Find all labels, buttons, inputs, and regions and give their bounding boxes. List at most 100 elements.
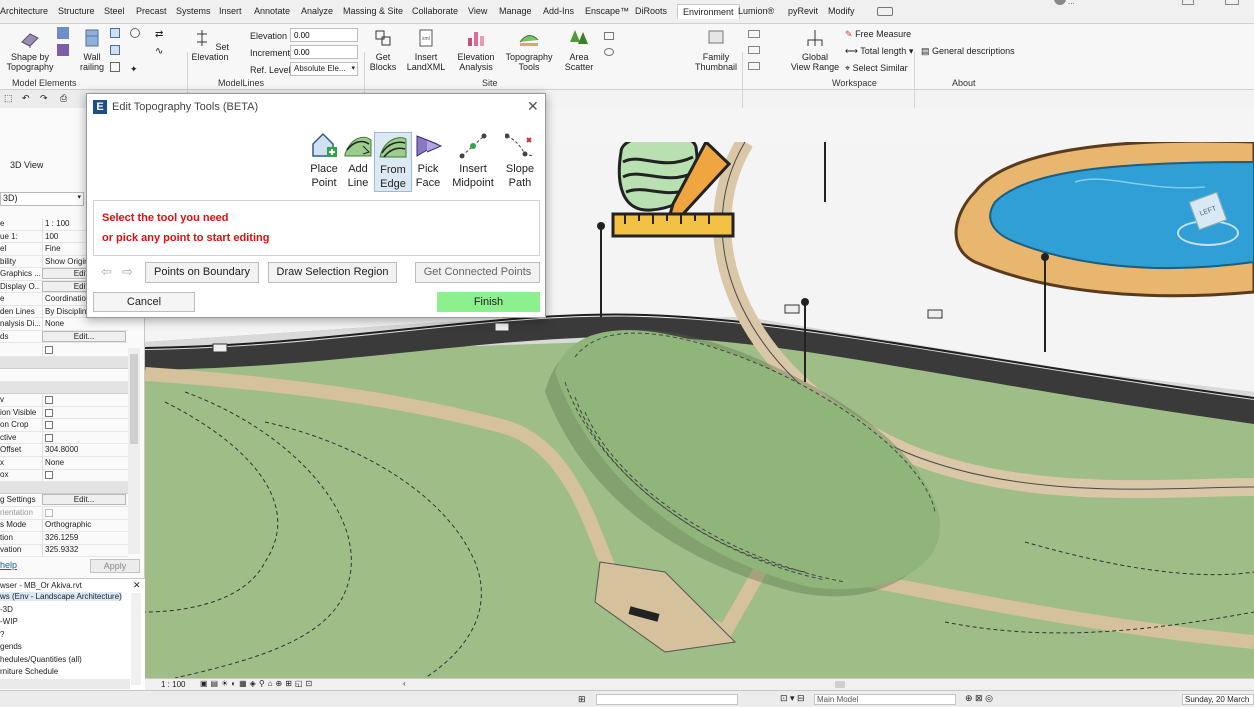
total-length-button[interactable]: ⟷ Total length ▾ xyxy=(845,46,913,57)
view-scale[interactable]: 1 : 100 xyxy=(161,680,185,689)
window-close-icon[interactable] xyxy=(1225,0,1239,5)
apply-button[interactable]: Apply xyxy=(90,559,140,573)
points-on-boundary-button[interactable]: Points on Boundary xyxy=(145,262,259,283)
workspace-tool-b-icon[interactable] xyxy=(748,46,760,54)
checkbox[interactable] xyxy=(45,421,53,429)
tool-add-line[interactable]: Add Line xyxy=(339,132,377,190)
tab-massing-site[interactable]: Massing & Site xyxy=(343,6,403,16)
ribbon-options-icon[interactable] xyxy=(877,7,893,16)
tab-pyrevit[interactable]: pyRevit xyxy=(788,6,818,16)
tab-systems[interactable]: Systems xyxy=(176,6,211,16)
tab-architecture[interactable]: Architecture xyxy=(0,6,48,16)
grid-tool-3-icon[interactable] xyxy=(110,62,120,72)
property-section-header[interactable] xyxy=(0,382,128,394)
checkbox[interactable] xyxy=(45,408,53,417)
design-option-select[interactable]: Main Model xyxy=(814,694,956,705)
model-tool-a-icon[interactable] xyxy=(57,27,69,39)
spin-tool-icon[interactable]: ✦ xyxy=(130,64,138,75)
browser-item[interactable]: gends xyxy=(0,642,22,651)
redo-icon[interactable]: ⇨ xyxy=(122,264,133,280)
tab-modify[interactable]: Modify xyxy=(828,6,855,16)
site-tool-b-icon[interactable] xyxy=(604,48,614,56)
design-options-icon[interactable]: ⊡ ▾ ⊟ xyxy=(780,693,805,704)
browser-item[interactable]: hedules/Quantities (all) xyxy=(0,655,82,664)
undo-icon[interactable]: ⇦ xyxy=(101,264,112,280)
family-thumbnail-button[interactable]: Family Thumbnail xyxy=(692,28,740,72)
property-row[interactable] xyxy=(0,344,128,358)
get-blocks-button[interactable]: Get Blocks xyxy=(366,28,400,72)
select-icon[interactable]: ⬚ xyxy=(4,93,13,104)
general-descriptions-button[interactable]: ▤ General descriptions xyxy=(921,46,1015,57)
get-connected-points-button[interactable]: Get Connected Points xyxy=(415,262,540,283)
properties-help-link[interactable]: help xyxy=(0,560,17,570)
checkbox[interactable] xyxy=(45,433,53,442)
checkbox[interactable] xyxy=(45,471,53,479)
insert-landxml-button[interactable]: xml Insert LandXML xyxy=(405,28,447,72)
browser-item[interactable]: ? xyxy=(0,630,4,639)
close-icon[interactable]: ✕ xyxy=(527,98,539,115)
tab-lumion[interactable]: Lumion® xyxy=(738,6,774,16)
global-view-range-button[interactable]: Global View Range xyxy=(790,28,840,72)
tool-pick-face[interactable]: Pick Face xyxy=(409,132,447,190)
tab-precast[interactable]: Precast xyxy=(136,6,167,16)
tab-steel[interactable]: Steel xyxy=(104,6,125,16)
edit-button[interactable]: Edit... xyxy=(42,330,126,342)
site-tool-a-icon[interactable] xyxy=(604,32,614,40)
tab-structure[interactable]: Structure xyxy=(58,6,95,16)
tab-view[interactable]: View xyxy=(468,6,487,16)
browser-item[interactable]: ws (Env - Landscape Architecture) xyxy=(0,592,122,601)
tab-manage[interactable]: Manage xyxy=(499,6,532,16)
tab-add-ins[interactable]: Add-Ins xyxy=(543,6,574,16)
area-scatter-button[interactable]: Area Scatter xyxy=(558,28,600,72)
tab-environment[interactable]: Environment xyxy=(677,4,740,19)
set-elevation-button[interactable]: Set Elevation xyxy=(190,28,230,62)
tab-collaborate[interactable]: Collaborate xyxy=(412,6,458,16)
properties-scrollbar[interactable] xyxy=(128,348,140,554)
checkbox[interactable] xyxy=(45,346,53,354)
horizontal-scrollbar-thumb[interactable] xyxy=(835,681,845,688)
draw-selection-region-button[interactable]: Draw Selection Region xyxy=(268,262,397,283)
tab-enscape[interactable]: Enscape™ xyxy=(585,6,629,16)
model-tool-b-icon[interactable] xyxy=(57,44,69,56)
elevation-input[interactable] xyxy=(290,28,358,42)
tab-insert[interactable]: Insert xyxy=(219,6,242,16)
user-avatar-icon[interactable] xyxy=(1054,0,1066,5)
tool-place-point[interactable]: Place Point xyxy=(305,132,343,190)
status-tools-icons[interactable]: ⊕ ⊠ ◎ xyxy=(965,693,993,704)
view-cube[interactable]: LEFT xyxy=(1175,184,1241,250)
checkbox[interactable] xyxy=(45,396,53,404)
select-similar-button[interactable]: ⌖ Select Similar xyxy=(845,63,908,74)
window-restore-icon[interactable] xyxy=(1182,0,1194,5)
tab-analyze[interactable]: Analyze xyxy=(301,6,333,16)
browser-item[interactable]: rniture Schedule xyxy=(0,667,58,676)
worksets-icon[interactable]: ⊞ xyxy=(578,694,586,705)
tool-insert-midpoint[interactable]: Insert Midpoint xyxy=(449,132,497,190)
view-type-select[interactable]: 3D) ▾ xyxy=(0,192,84,206)
wall-railing-button[interactable]: Wall railing xyxy=(74,28,110,72)
undo-icon[interactable]: ↶ xyxy=(22,93,30,104)
browser-item[interactable]: -3D xyxy=(0,605,13,614)
spline-tool-icon[interactable]: ∿ xyxy=(155,46,163,57)
browser-hscrollbar[interactable] xyxy=(0,679,130,689)
chevron-left-icon[interactable]: ‹ xyxy=(403,679,406,688)
workset-select[interactable] xyxy=(596,694,738,705)
free-measure-button[interactable]: ✎ Free Measure xyxy=(845,29,911,40)
increment-input[interactable] xyxy=(290,45,358,59)
elevation-analysis-button[interactable]: Elevation Analysis xyxy=(452,28,500,72)
redo-icon[interactable]: ↷ xyxy=(40,93,48,104)
print-icon[interactable]: ⎙ xyxy=(60,93,67,104)
edit-button[interactable]: Edit... xyxy=(42,494,126,505)
browser-item[interactable]: -WIP xyxy=(0,617,18,626)
scrollbar-thumb[interactable] xyxy=(130,354,138,444)
grid-tool-2-icon[interactable] xyxy=(110,45,120,55)
rotate-tool-icon[interactable] xyxy=(130,28,140,38)
user-name[interactable]: ... xyxy=(1068,0,1075,6)
ref-level-select[interactable]: Absolute Ele... ▾ xyxy=(290,62,358,76)
close-icon[interactable]: ✕ xyxy=(133,580,141,591)
topography-tools-button[interactable]: Topography Tools xyxy=(505,28,553,72)
finish-button[interactable]: Finish xyxy=(437,292,540,312)
workspace-tool-a-icon[interactable] xyxy=(748,30,760,38)
shape-by-topography-button[interactable]: Shape by Topography xyxy=(4,28,56,72)
tool-from-edge[interactable]: From Edge xyxy=(374,132,412,192)
browser-scrollbar[interactable] xyxy=(131,593,141,685)
